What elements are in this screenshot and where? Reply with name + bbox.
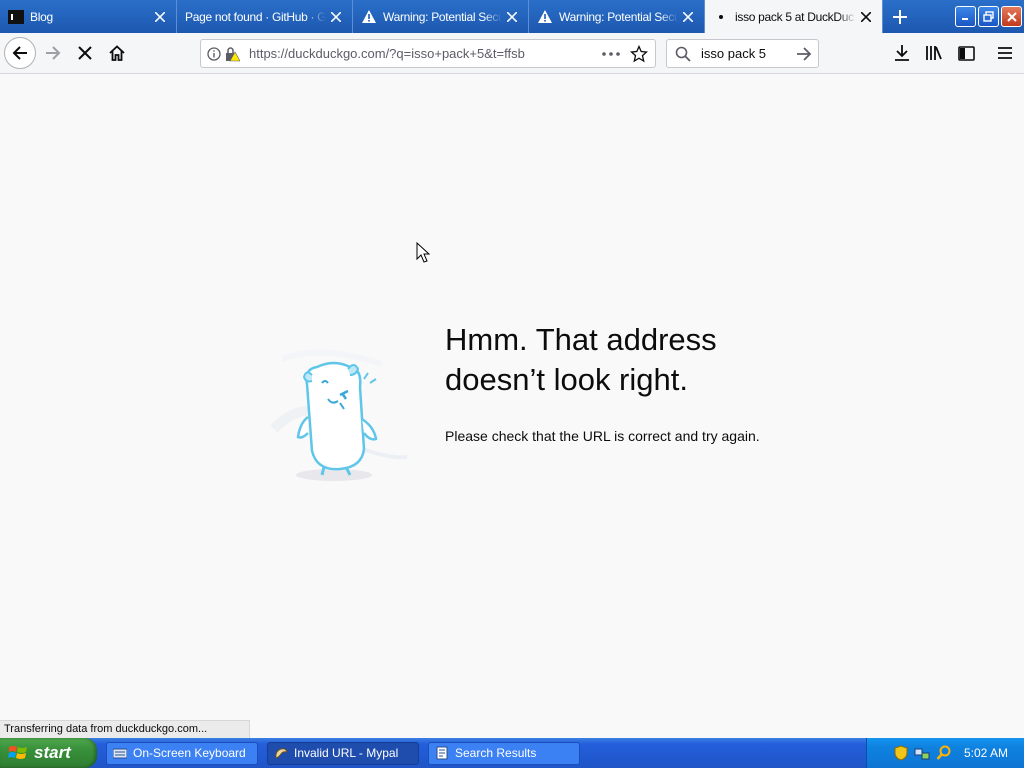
downloads-button[interactable] [890, 41, 914, 65]
insecure-lock-icon[interactable] [223, 42, 241, 66]
tab-warning-2[interactable]: Warning: Potential Secu [529, 0, 705, 33]
tab-title: Blog [30, 9, 53, 24]
confused-dinosaur-illustration [270, 349, 408, 481]
new-tab-button[interactable] [883, 0, 917, 33]
stop-icon [78, 46, 92, 60]
network-icon[interactable] [914, 745, 930, 761]
info-icon[interactable] [205, 42, 223, 66]
search-input[interactable]: isso pack 5 [701, 46, 792, 61]
navigation-toolbar: https://duckduckgo.com/?q=isso+pack+5&t=… [0, 33, 1024, 74]
plus-icon [893, 9, 907, 24]
search-bar[interactable]: isso pack 5 [666, 39, 819, 68]
error-description: Please check that the URL is correct and… [445, 428, 760, 444]
arrow-right-icon [46, 46, 61, 60]
close-icon[interactable] [856, 7, 876, 27]
tab-blog[interactable]: Blog [0, 0, 177, 33]
library-button[interactable] [922, 41, 946, 65]
loading-dot-icon [713, 9, 729, 25]
terminal-favicon-icon [8, 9, 24, 25]
download-icon [895, 45, 909, 61]
search-go-button[interactable] [792, 42, 816, 66]
taskbar-item-on-screen-keyboard[interactable]: On-Screen Keyboard [106, 741, 258, 765]
warning-icon [537, 9, 553, 25]
minimize-icon [962, 18, 968, 20]
tab-title: Page not found · GitHub · Gi [185, 9, 326, 24]
clock: 5:02 AM [963, 746, 1008, 760]
arrow-right-icon [797, 46, 812, 61]
security-shield-icon[interactable] [894, 745, 908, 761]
task-label: On-Screen Keyboard [133, 746, 246, 760]
stop-button[interactable] [69, 37, 101, 69]
minimize-button[interactable] [955, 6, 976, 27]
mouse-cursor-icon [416, 242, 430, 263]
start-label: start [34, 743, 71, 762]
arrow-left-icon [12, 46, 27, 60]
tab-title: Warning: Potential Secu [559, 9, 678, 24]
url-text[interactable]: https://duckduckgo.com/?q=isso+pack+5&t=… [249, 46, 599, 61]
windows-logo-icon [8, 746, 27, 759]
window-close-button[interactable] [1001, 6, 1022, 27]
hamburger-menu-icon [998, 47, 1012, 59]
sidebar-button[interactable] [954, 41, 978, 65]
tab-page-not-found[interactable]: Page not found · GitHub · Gi [177, 0, 353, 33]
windows-taskbar: start On-Screen Keyboard Invalid URL - M… [0, 738, 1024, 768]
home-button[interactable] [101, 37, 133, 69]
close-icon [1006, 11, 1017, 22]
window-controls [955, 0, 1024, 33]
close-icon[interactable] [326, 7, 346, 27]
search-tray-icon[interactable] [936, 745, 952, 761]
tab-title: Warning: Potential Secu [383, 9, 502, 24]
restore-icon [983, 11, 994, 22]
status-bar: Transferring data from duckduckgo.com... [0, 720, 250, 738]
mypal-icon [275, 748, 288, 759]
start-button[interactable]: start [0, 738, 97, 768]
page-actions-icon[interactable] [599, 42, 623, 66]
task-label: Invalid URL - Mypal [294, 746, 399, 760]
tab-warning-1[interactable]: Warning: Potential Secu [353, 0, 529, 33]
tab-title: isso pack 5 at DuckDuc [735, 9, 854, 24]
error-title: Hmm. That address doesn’t look right. [445, 322, 717, 397]
bookmark-star-icon[interactable] [627, 42, 651, 66]
warning-icon [361, 9, 377, 25]
back-button[interactable] [4, 37, 36, 69]
taskbar-item-search-results[interactable]: Search Results [428, 741, 580, 765]
url-bar[interactable]: https://duckduckgo.com/?q=isso+pack+5&t=… [200, 39, 656, 68]
page-content: Hmm. That address doesn’t look right. Pl… [0, 74, 1024, 738]
keyboard-icon [113, 748, 127, 759]
search-icon [671, 42, 695, 66]
menu-button[interactable] [993, 41, 1017, 65]
tab-strip: Blog Page not found · GitHub · Gi Warnin… [0, 0, 1024, 33]
close-icon[interactable] [502, 7, 522, 27]
taskbar-item-mypal[interactable]: Invalid URL - Mypal [267, 741, 419, 765]
document-icon [436, 746, 448, 760]
close-icon[interactable] [150, 7, 170, 27]
library-icon [926, 46, 942, 60]
restore-button[interactable] [978, 6, 999, 27]
sidebar-icon [957, 45, 975, 61]
forward-button[interactable] [37, 37, 69, 69]
home-icon [109, 45, 125, 61]
task-label: Search Results [455, 746, 537, 760]
system-tray: 5:02 AM [866, 738, 1024, 768]
close-icon[interactable] [678, 7, 698, 27]
tab-duckduckgo[interactable]: isso pack 5 at DuckDuc [705, 0, 883, 33]
